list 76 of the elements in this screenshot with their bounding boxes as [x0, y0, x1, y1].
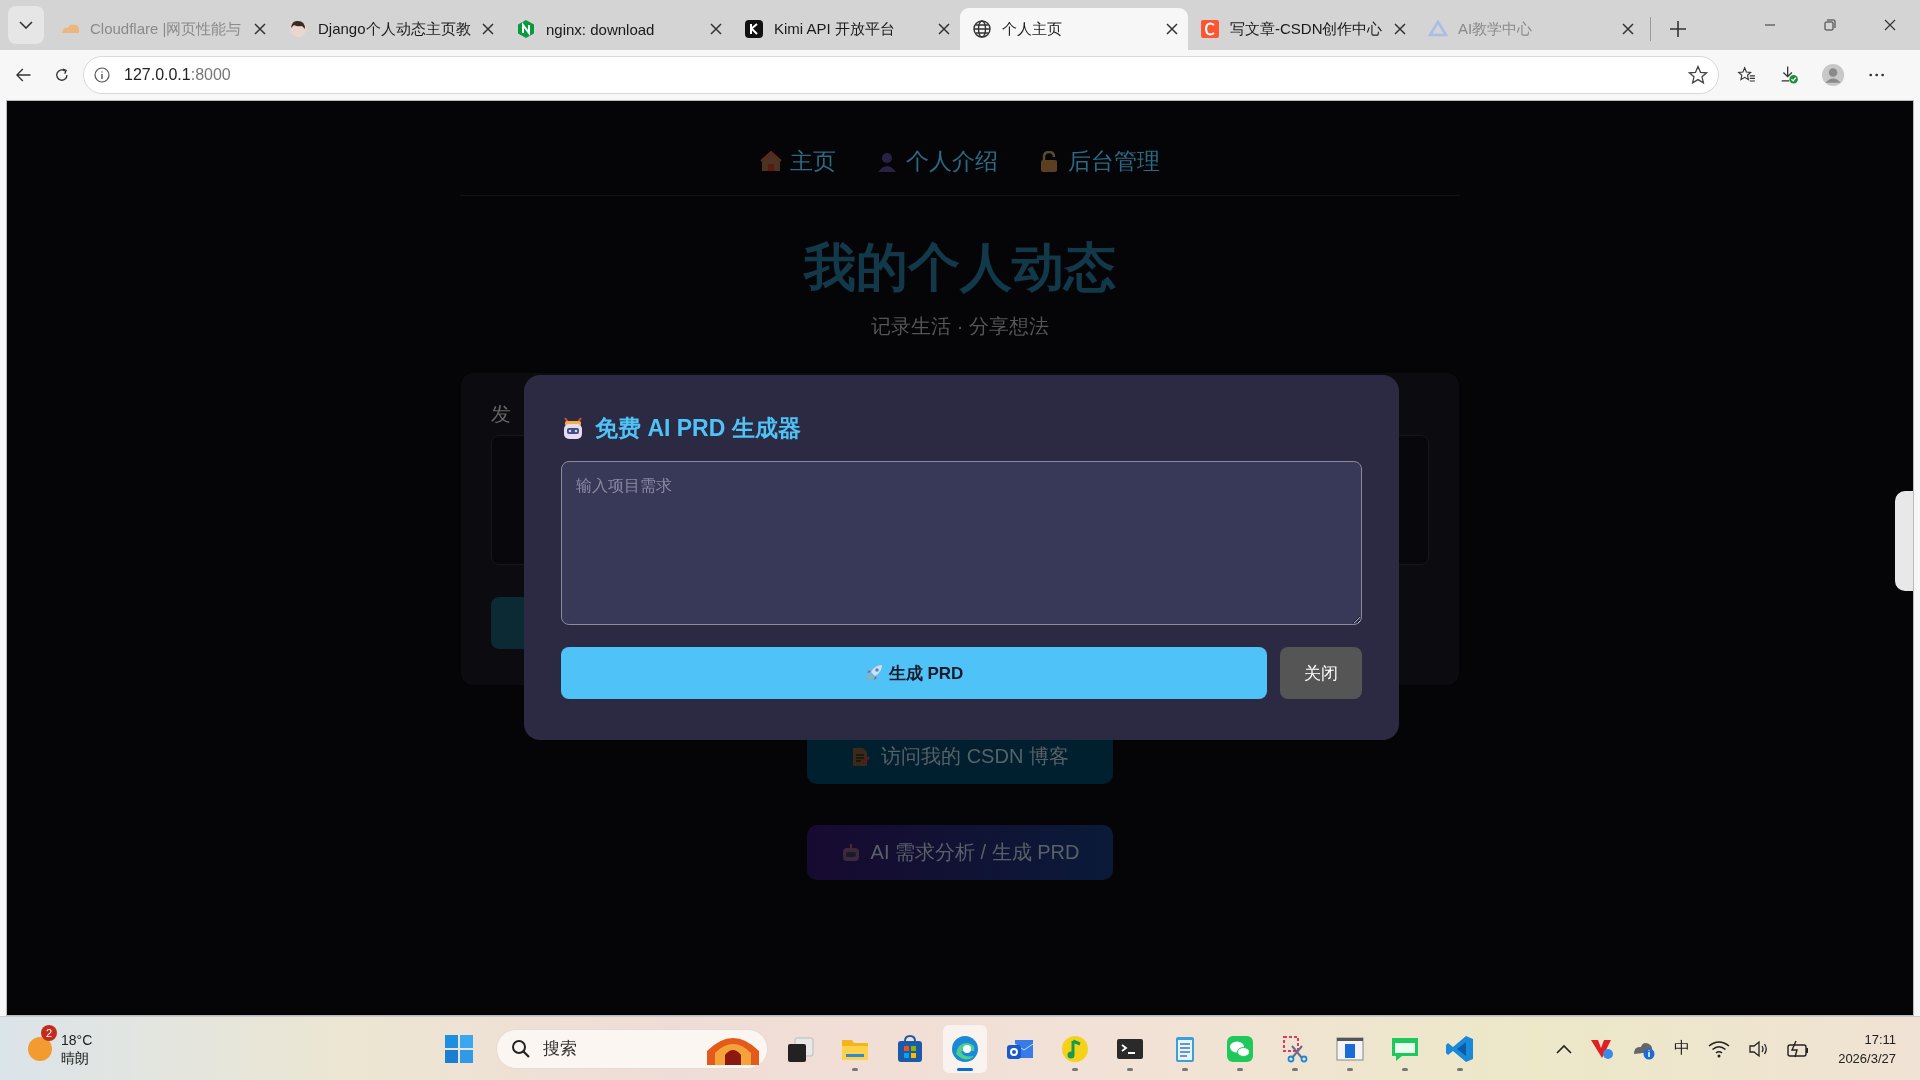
- page-subtitle: 记录生活 · 分享想法: [871, 314, 1049, 339]
- browser-tab[interactable]: 写文章-CSDN创作中心: [1188, 8, 1416, 50]
- download-icon[interactable]: [1779, 64, 1799, 86]
- input-method-indicator[interactable]: 中: [1674, 1038, 1691, 1059]
- chevron-up-icon[interactable]: [1556, 1043, 1573, 1054]
- notification-badge: 2: [41, 1024, 57, 1041]
- sun-icon: [27, 1035, 53, 1062]
- close-icon[interactable]: [1884, 19, 1896, 31]
- plus-icon: [1669, 20, 1687, 38]
- page-title: 我的个人动态: [804, 237, 1116, 298]
- browser-tab[interactable]: 个人主页: [960, 8, 1188, 50]
- generate-button[interactable]: 生成 PRD: [561, 647, 1267, 699]
- clock-time[interactable]: 17:11: [1864, 1029, 1896, 1049]
- rocket-icon: [864, 664, 883, 682]
- music-note-icon: [1060, 1033, 1090, 1064]
- close-icon[interactable]: [710, 23, 722, 35]
- address-bar[interactable]: 127.0.0.1:8000: [83, 56, 1719, 94]
- close-button[interactable]: 关闭: [1280, 647, 1362, 699]
- scrollbar-handle[interactable]: [1895, 491, 1913, 591]
- tab-title: Cloudflare |网页性能与: [90, 19, 243, 39]
- back-icon[interactable]: [16, 67, 32, 83]
- chat-bubbles-icon: [1225, 1033, 1255, 1064]
- hexagon-icon: [516, 19, 536, 39]
- robot-icon: [840, 842, 861, 863]
- weather-condition: 晴朗: [61, 1048, 90, 1067]
- close-icon[interactable]: [1622, 23, 1634, 35]
- close-icon[interactable]: [482, 23, 494, 35]
- tab-list-button[interactable]: [8, 6, 44, 44]
- speaker-icon[interactable]: [1748, 1039, 1769, 1058]
- wifi-icon[interactable]: [1708, 1039, 1731, 1058]
- restore-icon[interactable]: [1824, 19, 1836, 31]
- browser-tab[interactable]: Kimi API 开放平台: [732, 8, 960, 50]
- windows-start-icon[interactable]: [444, 1033, 474, 1064]
- clock-date[interactable]: 2026/3/27: [1838, 1048, 1896, 1068]
- person-icon: [876, 150, 898, 173]
- tab-title: 写文章-CSDN创作中心: [1230, 19, 1384, 39]
- code-editor-icon: [1445, 1033, 1475, 1064]
- url-text: 127.0.0.1:8000: [124, 66, 231, 84]
- k-logo-icon: [744, 19, 764, 39]
- info-icon: [94, 67, 110, 83]
- profile-avatar-icon[interactable]: [1822, 62, 1845, 88]
- avatar-icon: [288, 19, 308, 39]
- house-icon: [760, 150, 782, 173]
- close-icon[interactable]: [1394, 23, 1406, 35]
- store-bag-icon: [895, 1033, 925, 1064]
- padlock-icon: [1038, 150, 1060, 173]
- close-icon[interactable]: [1166, 23, 1178, 35]
- requirement-field[interactable]: 输入项目需求: [561, 461, 1362, 625]
- chevron-down-icon: [19, 21, 33, 29]
- tab-title: nginx: download: [546, 20, 656, 38]
- robot-icon: [561, 416, 585, 440]
- tab-title: Kimi API 开放平台: [774, 19, 896, 39]
- c-logo-icon: [1200, 19, 1220, 39]
- tab-title: Django个人动态主页教: [318, 19, 472, 39]
- close-icon[interactable]: [938, 23, 950, 35]
- modal-title: 免费 AI PRD 生成器: [595, 413, 801, 443]
- tab-title: AI教学中心: [1458, 19, 1534, 39]
- favorites-icon[interactable]: [1737, 65, 1756, 85]
- browser-tab[interactable]: Django个人动态主页教: [276, 8, 504, 50]
- browser-tab[interactable]: nginx: download: [504, 8, 732, 50]
- tab-title: 个人主页: [1002, 19, 1063, 39]
- reload-icon[interactable]: [55, 67, 69, 83]
- more-icon[interactable]: [1868, 73, 1884, 77]
- globe-icon: [972, 19, 992, 39]
- search-icon: [511, 1038, 531, 1059]
- close-icon[interactable]: [254, 23, 266, 35]
- search-field[interactable]: 搜索: [496, 1028, 768, 1069]
- edge-browser-icon: [950, 1033, 980, 1064]
- triangle-logo-icon: [1428, 19, 1448, 39]
- vpn-shield-icon[interactable]: [1590, 1037, 1615, 1060]
- scissors-icon: [1280, 1033, 1310, 1064]
- temperature-text: 18°C: [61, 1030, 93, 1049]
- battery-icon[interactable]: [1786, 1039, 1811, 1058]
- document-icon: [851, 746, 872, 767]
- star-icon[interactable]: [1688, 65, 1708, 85]
- form-label: 发: [491, 402, 512, 425]
